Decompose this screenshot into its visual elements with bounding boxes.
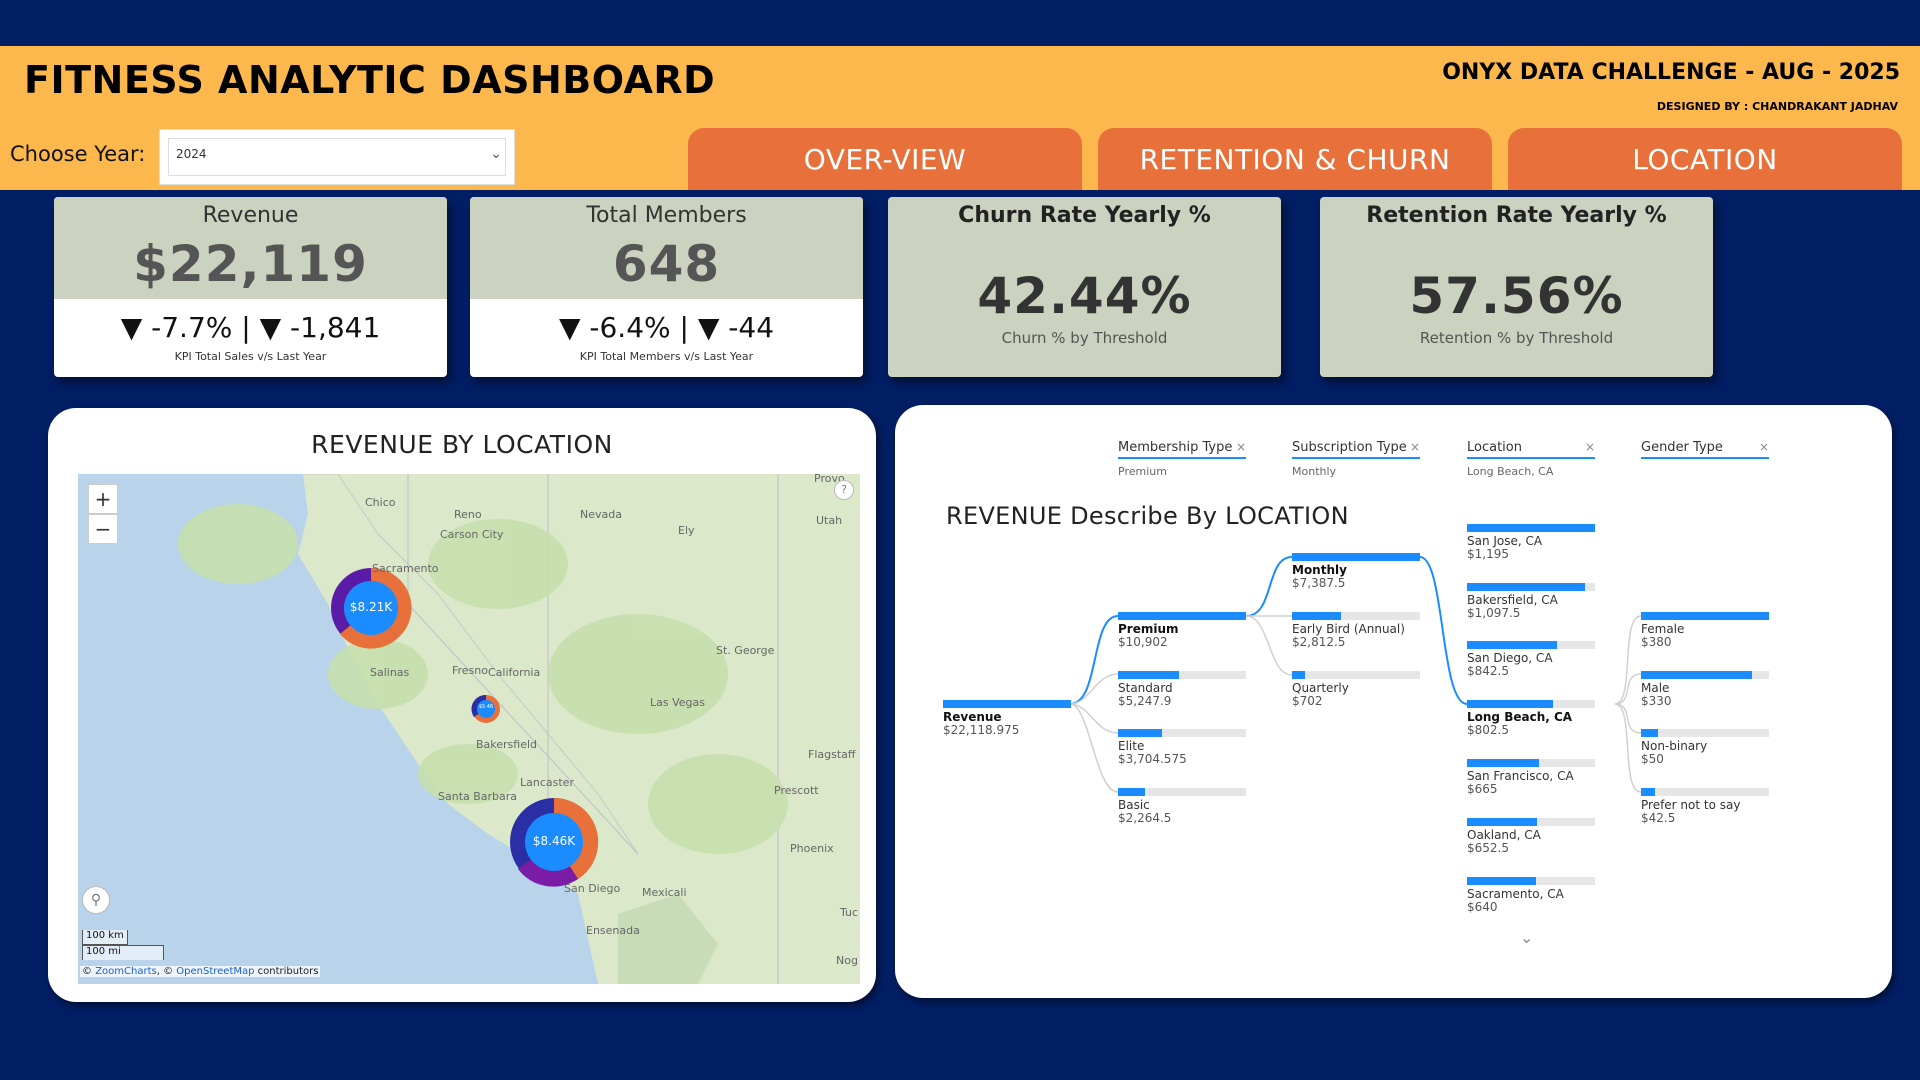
tree-node-bar [1292,553,1420,561]
tree-node-value: $42.5 [1641,811,1676,825]
tree-node-bar [1641,671,1769,679]
tree-node-value: $652.5 [1467,841,1509,855]
tree-node[interactable]: Oakland, CA $652.5 [1467,818,1595,855]
tree-node-bar [1118,612,1246,620]
tree-node[interactable]: San Jose, CA $1,195 [1467,524,1595,561]
tree-node[interactable]: Quarterly $702 [1292,671,1420,708]
tree-node-bar-fill [1118,729,1162,737]
tree-node-bar [1641,788,1769,796]
tree-node-value: $1,195 [1467,547,1509,561]
tree-node-value: $2,812.5 [1292,635,1346,649]
tree-node[interactable]: Bakersfield, CA $1,097.5 [1467,583,1595,620]
tree-node-bar-fill [1467,641,1557,649]
tree-node-bar-fill [1467,700,1553,708]
tree-node-bar [1118,671,1246,679]
tree-node-value: $2,264.5 [1118,811,1172,825]
tree-node[interactable]: Female $380 [1641,612,1769,649]
tree-node[interactable]: Prefer not to say $42.5 [1641,788,1769,825]
tree-node-bar-fill [1118,788,1145,796]
tree-node-bar-fill [1467,877,1537,885]
tree-node[interactable]: San Francisco, CA $665 [1467,759,1595,796]
tree-node-bar-fill [1641,788,1656,796]
tree-node[interactable]: San Diego, CA $842.5 [1467,641,1595,678]
tree-node-bar-fill [1467,759,1539,767]
tree-node-value: $380 [1641,635,1672,649]
tree-node-bar-fill [1467,524,1595,532]
tree-node-bar-fill [1292,612,1341,620]
tree-node-value: $640 [1467,900,1498,914]
tree-node-bar [1467,877,1595,885]
tree-node-bar-fill [1292,671,1305,679]
tree-node-bar [1118,788,1246,796]
tree-node-bar-fill [1118,671,1180,679]
tree-node-value: $7,387.5 [1292,576,1346,590]
tree-node[interactable]: Male $330 [1641,671,1769,708]
tree-node-bar [1641,729,1769,737]
tree-node-bar-fill [1467,583,1585,591]
tree-node-value: $330 [1641,694,1672,708]
tree-node-value: $22,118.975 [943,723,1020,737]
tree-node-value: $842.5 [1467,664,1509,678]
tree-node-bar-fill [943,700,1071,708]
chevron-down-icon[interactable]: ⌄ [1520,928,1533,947]
tree-node-bar-fill [1641,612,1769,620]
tree-node-bar [1467,759,1595,767]
tree-node-value: $702 [1292,694,1323,708]
tree-node-value: $802.5 [1467,723,1509,737]
tree-node-value: $50 [1641,752,1664,766]
tree-node[interactable]: Revenue $22,118.975 [943,700,1071,737]
tree-node[interactable]: Standard $5,247.9 [1118,671,1246,708]
tree-node[interactable]: Elite $3,704.575 [1118,729,1246,766]
tree-node[interactable]: Premium $10,902 [1118,612,1246,649]
tree-node[interactable]: Early Bird (Annual) $2,812.5 [1292,612,1420,649]
tree-node-bar [1467,524,1595,532]
tree-node-bar-fill [1641,729,1658,737]
tree-node-value: $665 [1467,782,1498,796]
tree-node-bar [1292,671,1420,679]
tree-node[interactable]: Basic $2,264.5 [1118,788,1246,825]
tree-node-bar [1118,729,1246,737]
tree-node-bar-fill [1641,671,1753,679]
tree-node-bar [1292,612,1420,620]
tree-node-bar-fill [1292,553,1420,561]
tree-node-value: $1,097.5 [1467,606,1521,620]
tree-node[interactable]: Non-binary $50 [1641,729,1769,766]
tree-node-bar [1467,583,1595,591]
tree-node-value: $5,247.9 [1118,694,1172,708]
tree-node-bar [1467,700,1595,708]
tree-connectors [1069,556,1642,793]
tree-node-bar [943,700,1071,708]
tree-node-bar-fill [1467,818,1538,826]
tree-node-bar [1641,612,1769,620]
tree-node[interactable]: Long Beach, CA $802.5 [1467,700,1595,737]
tree-node-bar [1467,818,1595,826]
tree-node-value: $10,902 [1118,635,1168,649]
tree-node-bar-fill [1118,612,1246,620]
tree-node-bar [1467,641,1595,649]
tree-node[interactable]: Monthly $7,387.5 [1292,553,1420,590]
tree-node[interactable]: Sacramento, CA $640 [1467,877,1595,914]
tree-node-value: $3,704.575 [1118,752,1187,766]
